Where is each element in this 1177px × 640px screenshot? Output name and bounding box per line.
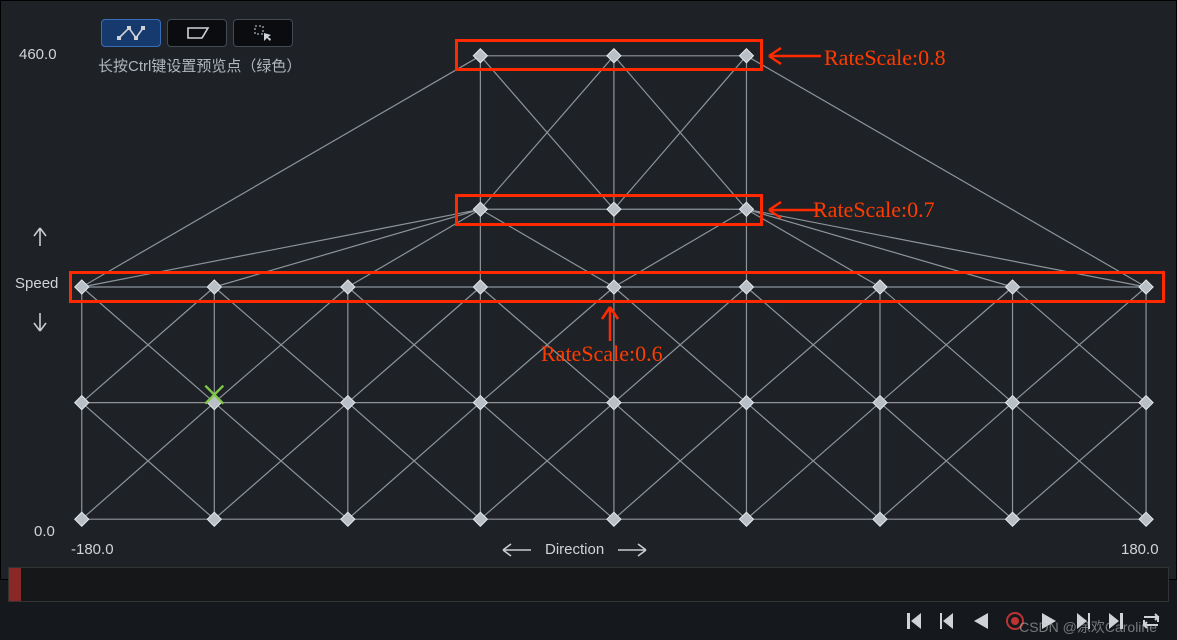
tool-connect-button[interactable] — [101, 19, 161, 47]
watermark: CSDN @涂欢Caroline — [1019, 617, 1157, 637]
tool-box-button[interactable] — [167, 19, 227, 47]
x-min-label: -180.0 — [71, 541, 114, 558]
play-reverse-button[interactable] — [970, 610, 992, 632]
blendspace-canvas[interactable]: 460.0 0.0 Speed -180.0 180.0 Direction 长… — [0, 0, 1177, 580]
y-min-label: 0.0 — [34, 523, 55, 540]
go-to-start-button[interactable] — [902, 610, 924, 632]
speed-decrease-arrow[interactable] — [29, 308, 51, 336]
box-icon — [184, 25, 210, 41]
tool-select-button[interactable] — [233, 19, 293, 47]
blendspace-graph — [1, 1, 1176, 579]
step-back-button[interactable] — [936, 610, 958, 632]
x-axis-label: Direction — [545, 541, 604, 558]
direction-increase-arrow[interactable] — [618, 543, 648, 557]
x-max-label: 180.0 — [1121, 541, 1159, 558]
speed-increase-arrow[interactable] — [29, 223, 51, 251]
timeline-scrubber[interactable] — [8, 567, 1169, 602]
y-max-label: 460.0 — [19, 46, 57, 63]
y-axis-label: Speed — [15, 275, 58, 292]
select-icon — [253, 24, 273, 42]
connect-icon — [116, 25, 146, 41]
timeline-playhead[interactable] — [9, 568, 21, 601]
hint-text: 长按Ctrl键设置预览点（绿色） — [98, 55, 301, 76]
direction-decrease-arrow[interactable] — [501, 543, 531, 557]
